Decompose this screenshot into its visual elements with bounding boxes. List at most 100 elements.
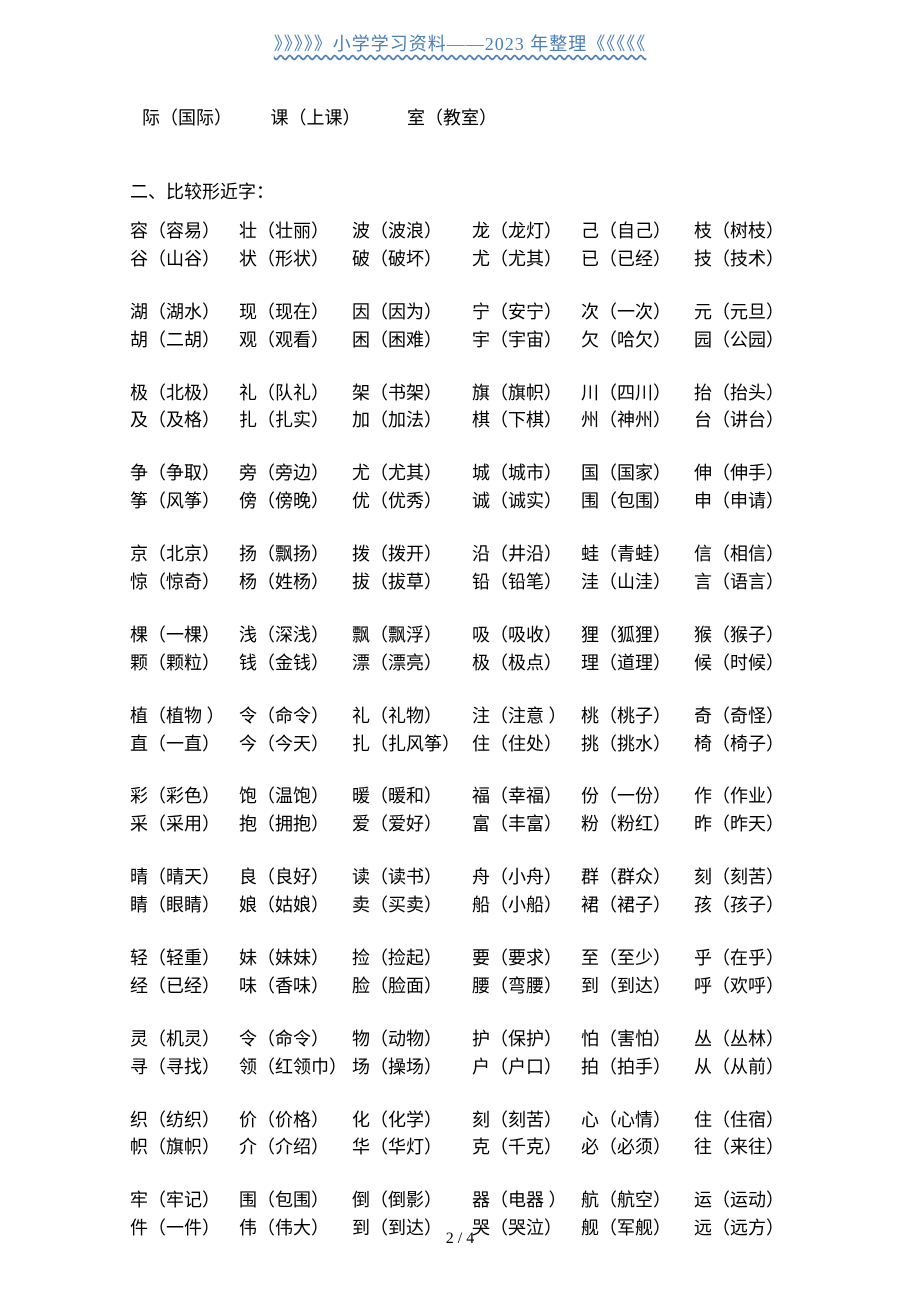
cell: 己（自己） [581,218,694,246]
cell: 寻（寻找） [130,1054,239,1082]
cell: 住（住处） [472,731,581,759]
cell: 京（北京） [130,541,239,569]
cell: 桃（桃子） [581,703,694,731]
cell: 因（因为） [352,299,472,327]
cell: 棋（下棋） [472,407,581,435]
cell: 铅（铅笔） [472,569,581,597]
table-row: 睛（眼睛）娘（姑娘）卖（买卖）船（小船）裙（裙子）孩（孩子） [130,892,790,920]
group: 织（纺织）价（价格）化（化学）刻（刻苦）心（心情）住（住宿）帜（旗帜）介（介绍）… [130,1107,790,1163]
cell: 物（动物） [352,1026,472,1054]
cell: 船（小船） [472,892,581,920]
cell: 傍（傍晚） [239,488,352,516]
page-footer: 2 / 4 [0,1230,920,1248]
cell: 筝（风筝） [130,488,239,516]
cell: 良（良好） [239,864,352,892]
cell: 心（心情） [581,1107,694,1135]
page: 》》》》》小学学习资料——2023 年整理《《《《《 际（国际） 课（上课） 室… [0,0,920,1302]
cell: 怕（害怕） [581,1026,694,1054]
cell: 龙（龙灯） [472,218,581,246]
cell: 川（四川） [581,380,694,408]
group: 晴（晴天）良（良好）读（读书）舟（小舟）群（群众）刻（刻苦）睛（眼睛）娘（姑娘）… [130,864,790,920]
cell: 浅（深浅） [239,622,352,650]
cell: 腰（弯腰） [472,973,581,1001]
section-title: 二、比较形近字： [130,178,790,204]
group: 湖（湖水）现（现在）因（因为）宁（安宁）次（一次）元（元旦）胡（二胡）观（观看）… [130,299,790,355]
cell: 州（神州） [581,407,694,435]
cell: 妹（妹妹） [239,945,352,973]
table-row: 帜（旗帜）介（介绍）华（华灯）克（千克）必（必须）往（来往） [130,1134,790,1162]
group: 容（容易）壮（壮丽）波（波浪）龙（龙灯）己（自己）枝（树枝）谷（山谷）状（形状）… [130,218,790,274]
cell: 挑（挑水） [581,731,694,759]
cell: 理（道理） [581,650,694,678]
cell: 抱（拥抱） [239,811,352,839]
cell: 礼（礼物） [352,703,472,731]
cell: 刻（刻苦） [472,1107,581,1135]
cell: 味（香味） [239,973,352,1001]
cell: 尤（尤其） [472,246,581,274]
cell: 加（加法） [352,407,472,435]
cell: 狸（狐狸） [581,622,694,650]
line1: 际（国际） 课（上课） 室（教室） [142,104,790,130]
table-row: 胡（二胡）观（观看）困（困难）宇（宇宙）欠（哈欠）园（公园） [130,327,790,355]
cell: 华（华灯） [352,1134,472,1162]
cell: 架（书架） [352,380,472,408]
cell: 令（命令） [239,703,352,731]
cell: 壮（壮丽） [239,218,352,246]
cell: 谷（山谷） [130,246,239,274]
cell: 颗（颗粒） [130,650,239,678]
cell: 器（电器 ） [472,1187,581,1215]
table-row: 湖（湖水）现（现在）因（因为）宁（安宁）次（一次）元（元旦） [130,299,790,327]
cell: 飘（飘浮） [352,622,472,650]
cell: 现（现在） [239,299,352,327]
cell: 令（命令） [239,1026,352,1054]
cell: 争（争取） [130,460,239,488]
table-row: 轻（轻重）妹（妹妹）捡（捡起）要（要求）至（至少）乎（在乎） [130,945,790,973]
cell: 舟（小舟） [472,864,581,892]
cell: 户（户口） [472,1054,581,1082]
cell: 介（介绍） [239,1134,352,1162]
cell: 旗（旗帜） [472,380,581,408]
cell: 福（幸福） [472,783,581,811]
group: 灵（机灵）令（命令）物（动物）护（保护）怕（害怕）丛（丛林）寻（寻找）领（红领巾… [130,1026,790,1082]
groups-container: 容（容易）壮（壮丽）波（波浪）龙（龙灯）己（自己）枝（树枝）谷（山谷）状（形状）… [130,218,790,1243]
cell: 克（千克） [472,1134,581,1162]
cell: 漂（漂亮） [352,650,472,678]
cell: 拍（拍手） [581,1054,694,1082]
line1-item: 课（上课） [271,108,361,128]
cell: 粉（粉红） [581,811,694,839]
cell: 牢（牢记） [130,1187,239,1215]
cell: 倒（倒影） [352,1187,472,1215]
cell: 护（保护） [472,1026,581,1054]
table-row: 争（争取）旁（旁边）尤（尤其）城（城市）国（国家）伸（伸手） [130,460,790,488]
cell: 扎（扎风筝） [352,731,472,759]
table-row: 寻（寻找）领（红领巾）场（操场）户（户口）拍（拍手）从（从前） [130,1054,790,1082]
cell: 领（红领巾） [239,1054,352,1082]
cell: 读（读书） [352,864,472,892]
cell: 要（要求） [472,945,581,973]
cell: 化（化学） [352,1107,472,1135]
cell: 湖（湖水） [130,299,239,327]
cell: 宁（安宁） [472,299,581,327]
cell: 欠（哈欠） [581,327,694,355]
cell: 份（一份） [581,783,694,811]
cell: 优（优秀） [352,488,472,516]
cell: 惊（惊奇） [130,569,239,597]
cell: 必（必须） [581,1134,694,1162]
cell: 娘（姑娘） [239,892,352,920]
cell: 睛（眼睛） [130,892,239,920]
line1-item: 室（教室） [407,108,497,128]
cell: 拔（拔草） [352,569,472,597]
table-row: 牢（牢记）围（包围）倒（倒影）器（电器 ）航（航空）运（运动） [130,1187,790,1215]
cell: 注（注意 ） [472,703,581,731]
cell: 暖（暖和） [352,783,472,811]
cell: 极（极点） [472,650,581,678]
cell: 棵（一棵） [130,622,239,650]
cell: 已（已经） [581,246,694,274]
cell: 礼（队礼） [239,380,352,408]
cell: 拨（拨开） [352,541,472,569]
cell: 帜（旗帜） [130,1134,239,1162]
table-row: 晴（晴天）良（良好）读（读书）舟（小舟）群（群众）刻（刻苦） [130,864,790,892]
cell: 捡（捡起） [352,945,472,973]
cell: 尤（尤其） [352,460,472,488]
table-row: 织（纺织）价（价格）化（化学）刻（刻苦）心（心情）住（住宿） [130,1107,790,1135]
